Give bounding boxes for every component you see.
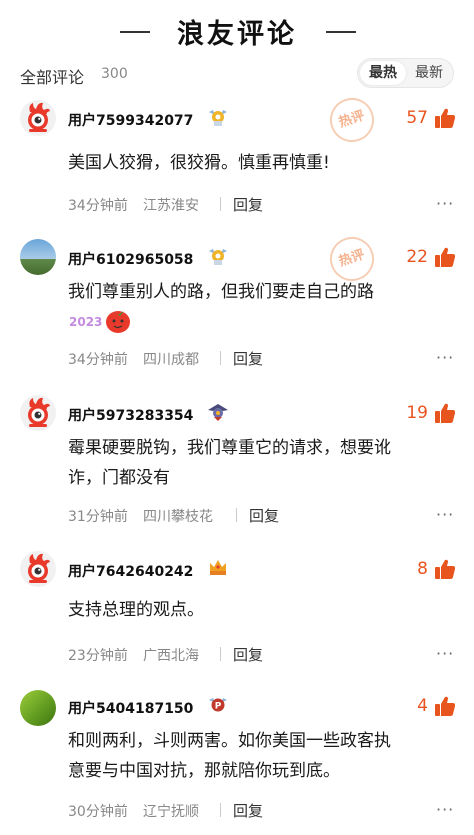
avatar[interactable] — [20, 239, 56, 275]
comment-location: 江苏淮安 — [143, 198, 199, 214]
reply-button[interactable]: 回复 — [233, 194, 263, 215]
comment-time: 34分钟前 — [68, 198, 128, 214]
reply-button[interactable]: 回复 — [233, 644, 263, 665]
svg-text:P: P — [215, 702, 222, 712]
avatar[interactable] — [20, 395, 56, 431]
divider — [220, 647, 221, 661]
username[interactable]: 用户6102965058 — [68, 249, 193, 269]
eagle-badge-icon — [208, 404, 228, 421]
more-options-icon[interactable]: ··· — [436, 644, 454, 663]
divider — [220, 803, 221, 817]
like-count: 4 — [417, 696, 428, 716]
username[interactable]: 用户5404187150 — [68, 698, 193, 718]
comment-text: 我们尊重别人的路，但我们要走自己的路 — [68, 282, 374, 302]
reply-button[interactable]: 回复 — [233, 348, 263, 369]
sort-new-button[interactable]: 最新 — [406, 61, 452, 85]
sticker-year: 2023 — [69, 315, 102, 329]
more-options-icon[interactable]: ··· — [436, 800, 454, 819]
comment-summary-bar: 全部评论 300 最热 最新 — [0, 58, 474, 92]
like-count: 57 — [406, 108, 428, 128]
like-count: 8 — [417, 559, 428, 579]
title-decor-line-right — [326, 31, 356, 33]
thumbs-up-icon[interactable] — [434, 695, 456, 717]
comment-location: 四川成都 — [143, 352, 199, 368]
comment-location: 四川攀枝花 — [143, 509, 213, 525]
avatar[interactable] — [20, 551, 56, 587]
reply-button[interactable]: 回复 — [233, 800, 263, 821]
comment-time: 34分钟前 — [68, 352, 128, 368]
username[interactable]: 用户5973283354 — [68, 405, 193, 425]
comment-text-line-2: 诈，门都没有 — [68, 468, 170, 488]
weibo-eye-avatar-icon — [28, 553, 50, 583]
like-count: 19 — [406, 403, 428, 423]
thumbs-up-icon[interactable] — [434, 107, 456, 129]
comment-time: 31分钟前 — [68, 509, 128, 525]
divider — [220, 197, 221, 211]
comment-time: 30分钟前 — [68, 804, 128, 820]
member-badge-icon — [209, 249, 227, 265]
comment-time: 23分钟前 — [68, 648, 128, 664]
level-badge-icon: P — [209, 698, 227, 712]
comment-text: 支持总理的观点。 — [68, 600, 204, 620]
reply-button[interactable]: 回复 — [249, 505, 279, 526]
weibo-eye-avatar-icon — [28, 397, 50, 427]
thumbs-up-icon[interactable] — [434, 402, 456, 424]
comment-location: 辽宁抚顺 — [143, 804, 199, 820]
thumbs-up-icon[interactable] — [434, 558, 456, 580]
more-options-icon[interactable]: ··· — [436, 194, 454, 213]
username[interactable]: 用户7642640242 — [68, 561, 193, 581]
comment-text-line-1: 和则两利，斗则两害。如你美国一些政客执 — [68, 731, 391, 751]
comment-count: 300 — [101, 66, 128, 82]
all-comments-label: 全部评论 — [20, 68, 85, 87]
page-title: 浪友评论 — [177, 19, 297, 50]
crown-badge-icon — [210, 560, 226, 575]
weibo-eye-avatar-icon — [28, 102, 50, 132]
thumbs-up-icon[interactable] — [434, 246, 456, 268]
avatar[interactable] — [20, 690, 56, 726]
comment-text-line-1: 霉果硬要脱钩，我们尊重它的请求，想要讹 — [68, 438, 391, 458]
comment-text-line-2: 意要与中国对抗，那就陪你玩到底。 — [68, 761, 340, 781]
username[interactable]: 用户7599342077 — [68, 110, 193, 130]
comment-text: 美国人狡猾，很狡猾。慎重再慎重! — [68, 153, 330, 173]
avatar[interactable] — [20, 100, 56, 136]
divider — [236, 508, 237, 522]
sort-toggle: 最热 最新 — [357, 58, 454, 88]
more-options-icon[interactable]: ··· — [436, 348, 454, 367]
hot-comment-stamp-icon: 热评 — [324, 92, 380, 148]
more-options-icon[interactable]: ··· — [436, 505, 454, 524]
like-count: 22 — [406, 247, 428, 267]
page-header: 浪友评论 — [0, 0, 474, 62]
comment-location: 广西北海 — [143, 648, 199, 664]
member-badge-icon — [209, 110, 227, 126]
divider — [220, 351, 221, 365]
sticker-2023-tomato-icon: 2023 — [69, 311, 130, 333]
sort-hot-button[interactable]: 最热 — [360, 61, 406, 85]
